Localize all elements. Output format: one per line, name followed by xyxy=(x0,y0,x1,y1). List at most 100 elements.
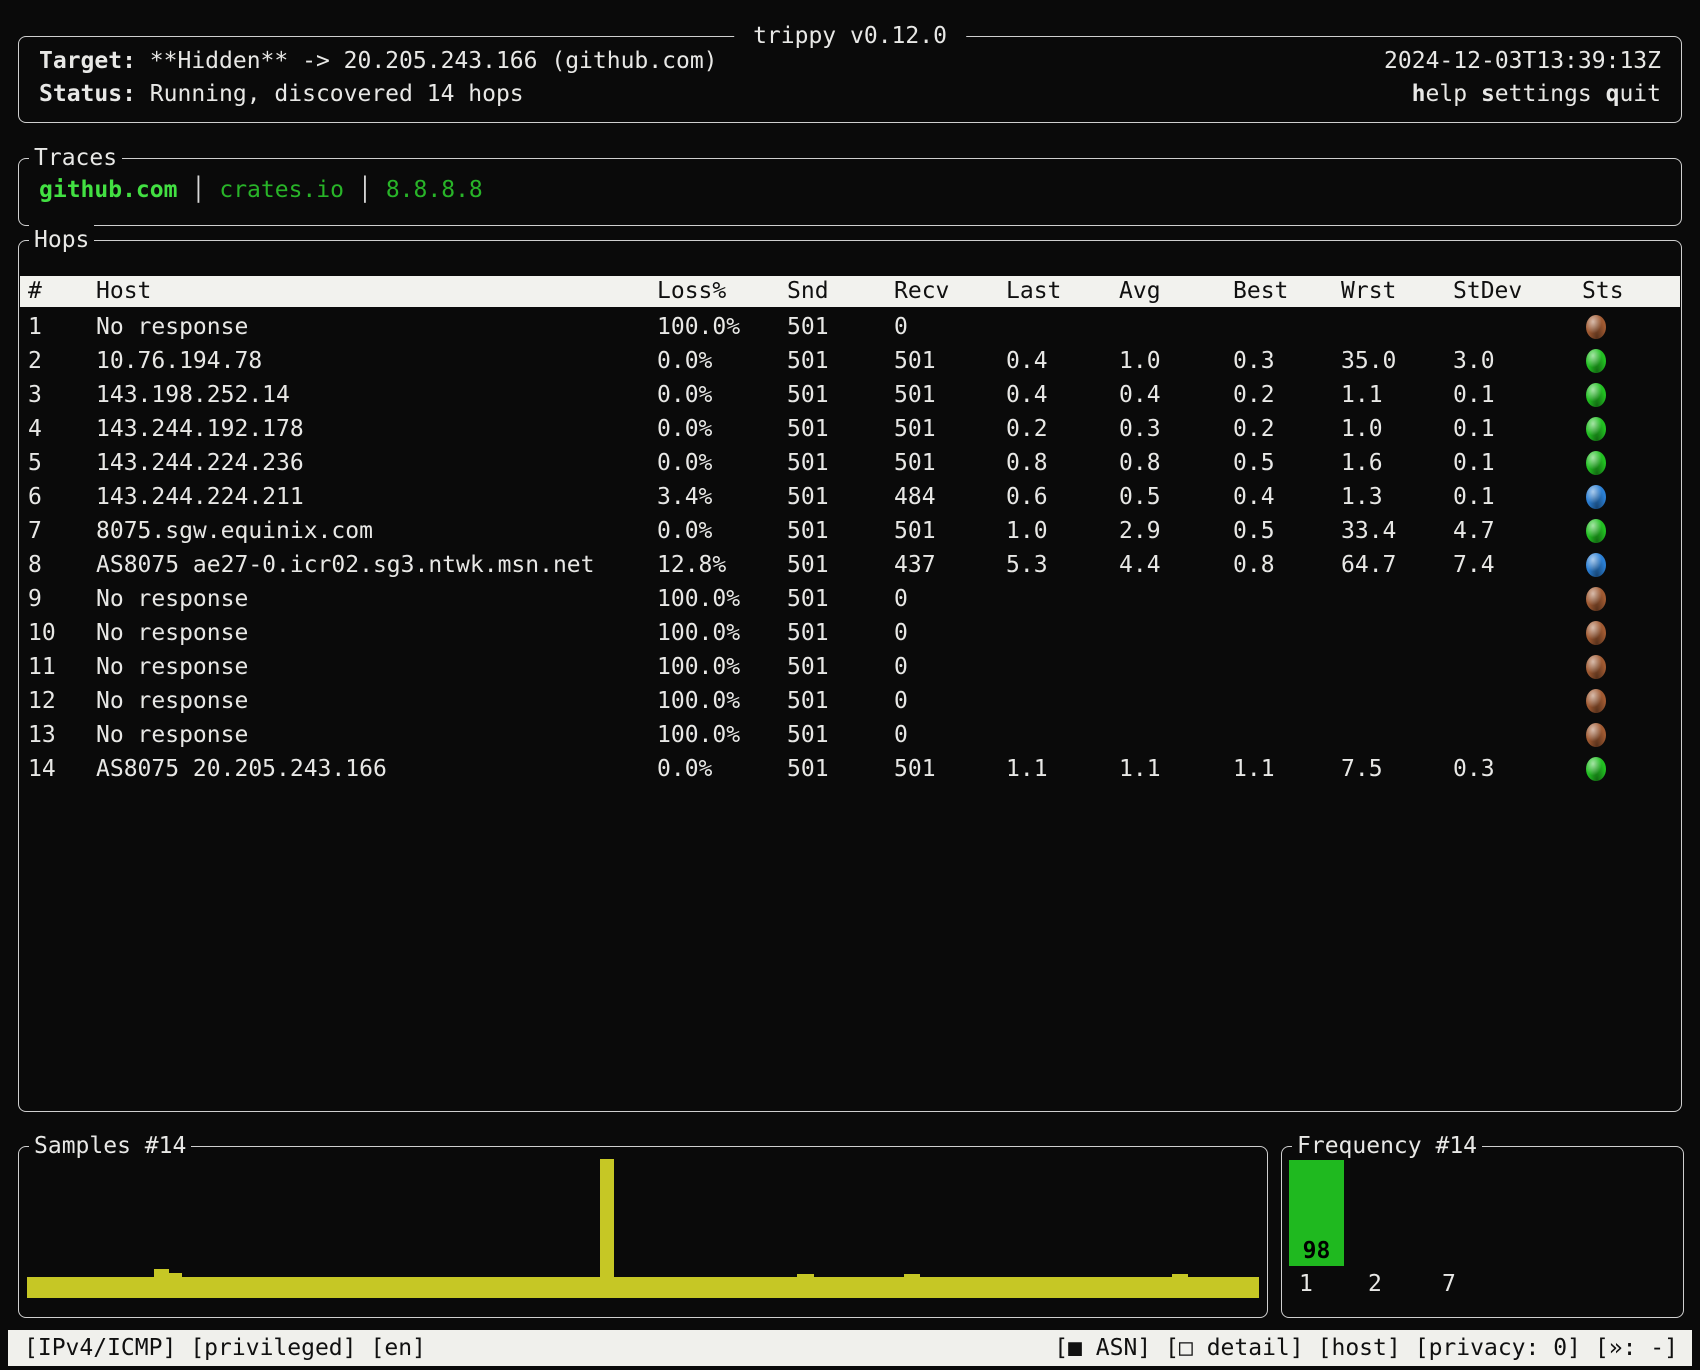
statusbar-toggle-asn[interactable]: [■ ASN] xyxy=(1054,1335,1151,1361)
hop-cell: 10 xyxy=(20,616,88,650)
hop-cell: No response xyxy=(88,310,649,344)
hop-cell: 0.0% xyxy=(649,412,779,446)
column-header-last: Last xyxy=(998,276,1111,307)
statusbar-toggle-[interactable]: [»: -] xyxy=(1595,1335,1678,1361)
status-dot-no_response xyxy=(1586,723,1606,747)
hop-cell: 501 xyxy=(779,446,886,480)
hop-row[interactable]: 78075.sgw.equinix.com0.0%5015011.02.90.5… xyxy=(20,514,1680,548)
hop-cell-status xyxy=(1574,752,1680,786)
hop-cell: 3 xyxy=(20,378,88,412)
status-dot-no_response xyxy=(1586,689,1606,713)
hop-cell: 0.2 xyxy=(1225,378,1333,412)
hop-cell xyxy=(1111,650,1225,684)
status-label: Status: xyxy=(39,81,136,107)
menu-item-quit[interactable]: quit xyxy=(1606,81,1661,107)
hop-cell: 0.1 xyxy=(1445,412,1574,446)
hop-cell xyxy=(1225,310,1333,344)
hop-row[interactable]: 10No response100.0%5010 xyxy=(20,616,1680,650)
hop-row[interactable]: 1No response100.0%5010 xyxy=(20,310,1680,344)
hop-row[interactable]: 14AS8075 20.205.243.1660.0%5015011.11.11… xyxy=(20,752,1680,786)
column-header-: # xyxy=(20,276,88,307)
hop-cell: No response xyxy=(88,684,649,718)
trace-tab-crates.io[interactable]: crates.io xyxy=(219,177,344,203)
hop-cell xyxy=(1333,616,1445,650)
menu-item-settings[interactable]: settings xyxy=(1481,81,1592,107)
samples-bar xyxy=(27,1277,1259,1298)
hop-cell: 1.0 xyxy=(1333,412,1445,446)
hop-cell: 7.4 xyxy=(1445,548,1574,582)
hop-cell xyxy=(1225,582,1333,616)
target-line: Target: **Hidden** -> 20.205.243.166 (gi… xyxy=(39,45,718,78)
hop-cell xyxy=(1333,684,1445,718)
hop-cell: 0.3 xyxy=(1111,412,1225,446)
column-header-avg: Avg xyxy=(1111,276,1225,307)
statusbar-toggle-host[interactable]: [host] xyxy=(1318,1335,1401,1361)
hop-row[interactable]: 210.76.194.780.0%5015010.41.00.335.03.0 xyxy=(20,344,1680,378)
hop-row[interactable]: 12No response100.0%5010 xyxy=(20,684,1680,718)
hop-cell xyxy=(998,616,1111,650)
status-dot-warn xyxy=(1586,485,1606,509)
hop-cell: 1.3 xyxy=(1333,480,1445,514)
hop-cell: 1 xyxy=(20,310,88,344)
hop-cell: AS8075 ae27-0.icr02.sg3.ntwk.msn.net xyxy=(88,548,649,582)
hop-cell: 0 xyxy=(886,718,998,752)
frequency-axis-label: 1 xyxy=(1299,1273,1313,1296)
trace-tab-github.com[interactable]: github.com xyxy=(39,177,177,203)
traces-panel-label: Traces xyxy=(29,142,122,174)
hop-cell: 33.4 xyxy=(1333,514,1445,548)
hop-cell-status xyxy=(1574,378,1680,412)
statusbar-toggle-en[interactable]: [en] xyxy=(371,1335,426,1361)
hop-cell-status xyxy=(1574,548,1680,582)
hop-cell xyxy=(1225,616,1333,650)
hop-cell xyxy=(998,650,1111,684)
header-right-block: 2024-12-03T13:39:13Z help settings quit xyxy=(1384,45,1661,111)
statusbar-toggle-privileged[interactable]: [privileged] xyxy=(190,1335,356,1361)
hop-cell: 501 xyxy=(779,616,886,650)
hop-row[interactable]: 4143.244.192.1780.0%5015010.20.30.21.00.… xyxy=(20,412,1680,446)
hop-cell: 0.4 xyxy=(1225,480,1333,514)
hop-cell: 1.1 xyxy=(1111,752,1225,786)
hop-cell: 0.3 xyxy=(1445,752,1574,786)
statusbar-toggle-detail[interactable]: [□ detail] xyxy=(1165,1335,1303,1361)
hop-cell: 0.4 xyxy=(1111,378,1225,412)
hop-cell: 0.8 xyxy=(998,446,1111,480)
hop-cell: 0.0% xyxy=(649,514,779,548)
hop-cell: No response xyxy=(88,616,649,650)
hop-cell: 100.0% xyxy=(649,718,779,752)
hop-cell: 484 xyxy=(886,480,998,514)
hop-cell: 0.0% xyxy=(649,344,779,378)
status-bar-right: [■ ASN] [□ detail] [host] [privacy: 0] [»: -… xyxy=(1054,1330,1678,1366)
status-dot-no_response xyxy=(1586,621,1606,645)
trace-tab-8.8.8.8[interactable]: 8.8.8.8 xyxy=(386,177,483,203)
hop-cell: 7.5 xyxy=(1333,752,1445,786)
target-value: **Hidden** -> 20.205.243.166 (github.com… xyxy=(136,48,718,74)
statusbar-toggle-ipv4icmp[interactable]: [IPv4/ICMP] xyxy=(24,1335,176,1361)
hop-cell-status xyxy=(1574,480,1680,514)
hop-row[interactable]: 3143.198.252.140.0%5015010.40.40.21.10.1 xyxy=(20,378,1680,412)
hop-cell: 501 xyxy=(779,684,886,718)
hop-row[interactable]: 9No response100.0%5010 xyxy=(20,582,1680,616)
hop-cell xyxy=(1225,718,1333,752)
hop-cell: 100.0% xyxy=(649,684,779,718)
hop-cell: 13 xyxy=(20,718,88,752)
hop-cell xyxy=(1445,310,1574,344)
hop-cell: 0.8 xyxy=(1111,446,1225,480)
hop-cell-status xyxy=(1574,650,1680,684)
hops-panel: Hops #HostLoss%SndRecvLastAvgBestWrstStD… xyxy=(18,240,1682,1112)
column-header-snd: Snd xyxy=(779,276,886,307)
hop-cell: 64.7 xyxy=(1333,548,1445,582)
menu-item-help[interactable]: help xyxy=(1412,81,1467,107)
hop-row[interactable]: 8AS8075 ae27-0.icr02.sg3.ntwk.msn.net12.… xyxy=(20,548,1680,582)
hop-row[interactable]: 5143.244.224.2360.0%5015010.80.80.51.60.… xyxy=(20,446,1680,480)
hop-cell: 143.244.224.236 xyxy=(88,446,649,480)
hop-cell: 143.244.224.211 xyxy=(88,480,649,514)
statusbar-toggle-privacy0[interactable]: [privacy: 0] xyxy=(1415,1335,1581,1361)
hop-cell: AS8075 20.205.243.166 xyxy=(88,752,649,786)
hop-row[interactable]: 13No response100.0%5010 xyxy=(20,718,1680,752)
hop-row[interactable]: 11No response100.0%5010 xyxy=(20,650,1680,684)
hop-cell: 143.244.192.178 xyxy=(88,412,649,446)
hop-cell: 7 xyxy=(20,514,88,548)
hop-cell-status xyxy=(1574,310,1680,344)
hop-cell xyxy=(1333,310,1445,344)
hop-row[interactable]: 6143.244.224.2113.4%5014840.60.50.41.30.… xyxy=(20,480,1680,514)
